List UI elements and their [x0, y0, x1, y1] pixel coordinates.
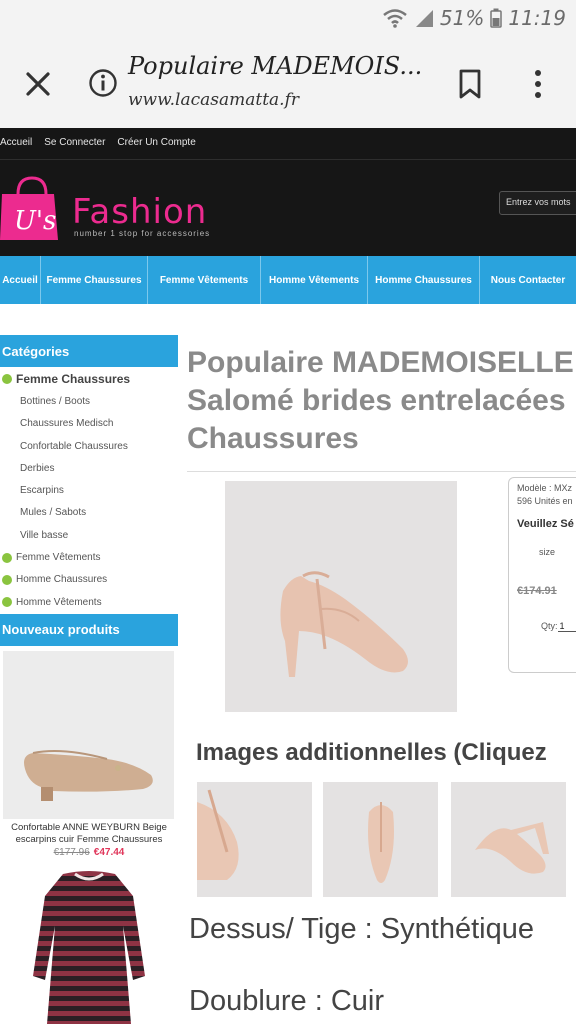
- category-label: Escarpins: [20, 485, 64, 497]
- category-item[interactable]: Derbies: [0, 457, 178, 479]
- category-item[interactable]: Ville basse: [0, 524, 178, 546]
- nav-nous-contacter[interactable]: Nous Contacter: [480, 256, 576, 304]
- new-product-name[interactable]: Confortable ANNE WEYBURN Beige escarpins…: [0, 822, 178, 846]
- search-input[interactable]: Entrez vos mots: [499, 191, 576, 215]
- striped-dress-icon: [33, 871, 145, 1024]
- quantity-label: Qty:: [541, 621, 558, 631]
- bullet-icon: [2, 574, 12, 585]
- categories-heading: Catégories: [0, 335, 178, 367]
- category-item[interactable]: Femme Chaussures: [0, 368, 178, 390]
- logo-badge-text: U's: [14, 206, 56, 236]
- nav-femme-vetements[interactable]: Femme Vêtements: [148, 256, 261, 304]
- new-products-heading: Nouveaux produits: [0, 614, 178, 646]
- page-title[interactable]: Populaire MADEMOIS...: [128, 52, 422, 80]
- shoe-top-view-icon: [368, 802, 394, 883]
- status-bar: 51% 11:19: [0, 0, 576, 38]
- category-label: Bottines / Boots: [20, 395, 91, 407]
- battery-percent: 51%: [439, 6, 485, 30]
- model-text: Modèle : MXz: [517, 483, 573, 493]
- category-label: Homme Vêtements: [16, 596, 102, 608]
- info-icon[interactable]: [88, 68, 118, 98]
- stock-text: 596 Unités en: [517, 496, 573, 506]
- additional-image-thumbnail[interactable]: [323, 782, 438, 897]
- link-creer-compte[interactable]: Créer Un Compte: [117, 137, 195, 148]
- signal-icon: [415, 10, 433, 27]
- category-item[interactable]: Homme Vêtements: [0, 591, 178, 613]
- battery-icon: [490, 8, 503, 28]
- select-prompt: Veuillez Sé: [517, 518, 574, 530]
- category-item[interactable]: Mules / Sabots: [0, 502, 178, 524]
- brand-tagline: number 1 stop for accessories: [74, 229, 211, 238]
- product-title: Populaire MADEMOISELLE Salomé brides ent…: [187, 344, 576, 458]
- category-label: Ville basse: [20, 529, 69, 541]
- nav-femme-chaussures[interactable]: Femme Chaussures: [41, 256, 148, 304]
- divider: [187, 471, 576, 472]
- heel-shoe-icon: [280, 571, 408, 677]
- additional-image-thumbnail[interactable]: [451, 782, 566, 897]
- category-label: Mules / Sabots: [20, 507, 87, 519]
- brand-name[interactable]: Fashion: [72, 192, 207, 232]
- link-accueil[interactable]: Accueil: [0, 137, 32, 148]
- category-label: Femme Vêtements: [16, 552, 101, 564]
- close-icon[interactable]: [20, 66, 56, 102]
- nav-homme-vetements[interactable]: Homme Vêtements: [261, 256, 368, 304]
- shopping-bag-logo-icon[interactable]: U's: [0, 172, 58, 242]
- category-item[interactable]: Homme Chaussures: [0, 569, 178, 591]
- category-item[interactable]: Confortable Chaussures: [0, 435, 178, 457]
- category-item[interactable]: Femme Vêtements: [0, 546, 178, 568]
- quantity-input[interactable]: 1: [557, 621, 576, 632]
- new-product-price: €177.96 €47.44: [0, 847, 178, 858]
- top-links-bar: Accueil Se Connecter Créer Un Compte: [0, 128, 576, 160]
- category-label: Chaussures Medisch: [20, 418, 114, 430]
- more-menu-icon[interactable]: [528, 68, 548, 100]
- sale-price: €47.44: [93, 847, 125, 858]
- quantity-field[interactable]: Qty: 1: [541, 621, 576, 632]
- bookmark-icon[interactable]: [456, 68, 484, 100]
- category-list: Femme Chaussures Bottines / Boots Chauss…: [0, 368, 178, 613]
- size-label[interactable]: size: [539, 547, 555, 557]
- url-domain[interactable]: www.lacasamatta.fr: [128, 90, 299, 110]
- wifi-icon: [383, 9, 407, 28]
- nav-accueil[interactable]: Accueil: [0, 256, 41, 304]
- site-header: U's Fashion number 1 stop for accessorie…: [0, 160, 576, 256]
- product-title-line: Populaire MADEMOISELLE: [187, 346, 574, 379]
- material-lining: Doublure : Cuir: [189, 985, 385, 1017]
- product-old-price: €174.91: [517, 585, 557, 597]
- product-title-line: Salomé brides entrelacées: [187, 384, 566, 417]
- flat-shoe-icon: [24, 750, 153, 801]
- category-label: Homme Chaussures: [16, 574, 108, 586]
- main-nav: Accueil Femme Chaussures Femme Vêtements…: [0, 256, 576, 304]
- bullet-icon: [2, 374, 12, 385]
- product-main-image[interactable]: [225, 481, 457, 712]
- new-product-image[interactable]: [3, 651, 174, 819]
- product-info-panel: Modèle : MXz 596 Unités en Veuillez Sé s…: [508, 477, 576, 673]
- category-label: Confortable Chaussures: [20, 440, 128, 452]
- bullet-icon: [2, 552, 12, 563]
- category-item[interactable]: Chaussures Medisch: [0, 413, 178, 435]
- bullet-icon: [2, 597, 12, 608]
- browser-toolbar: Populaire MADEMOIS... www.lacasamatta.fr: [0, 38, 576, 128]
- additional-images-heading: Images additionnelles (Cliquez: [196, 739, 547, 766]
- old-price: €177.96: [53, 847, 90, 858]
- nav-homme-chaussures[interactable]: Homme Chaussures: [368, 256, 480, 304]
- additional-image-thumbnail[interactable]: [197, 782, 312, 897]
- product-title-line: Chaussures: [187, 422, 359, 455]
- category-label: Derbies: [20, 462, 55, 474]
- shoe-closeup-icon: [197, 789, 239, 880]
- new-product-image-dress[interactable]: [3, 866, 174, 1024]
- category-item[interactable]: Escarpins: [0, 479, 178, 501]
- shoe-side-view-icon: [475, 822, 549, 874]
- category-item[interactable]: Bottines / Boots: [0, 390, 178, 412]
- clock: 11:19: [508, 6, 566, 30]
- category-label: Femme Chaussures: [16, 372, 131, 387]
- link-se-connecter[interactable]: Se Connecter: [44, 137, 105, 148]
- material-upper: Dessus/ Tige : Synthétique: [189, 913, 534, 945]
